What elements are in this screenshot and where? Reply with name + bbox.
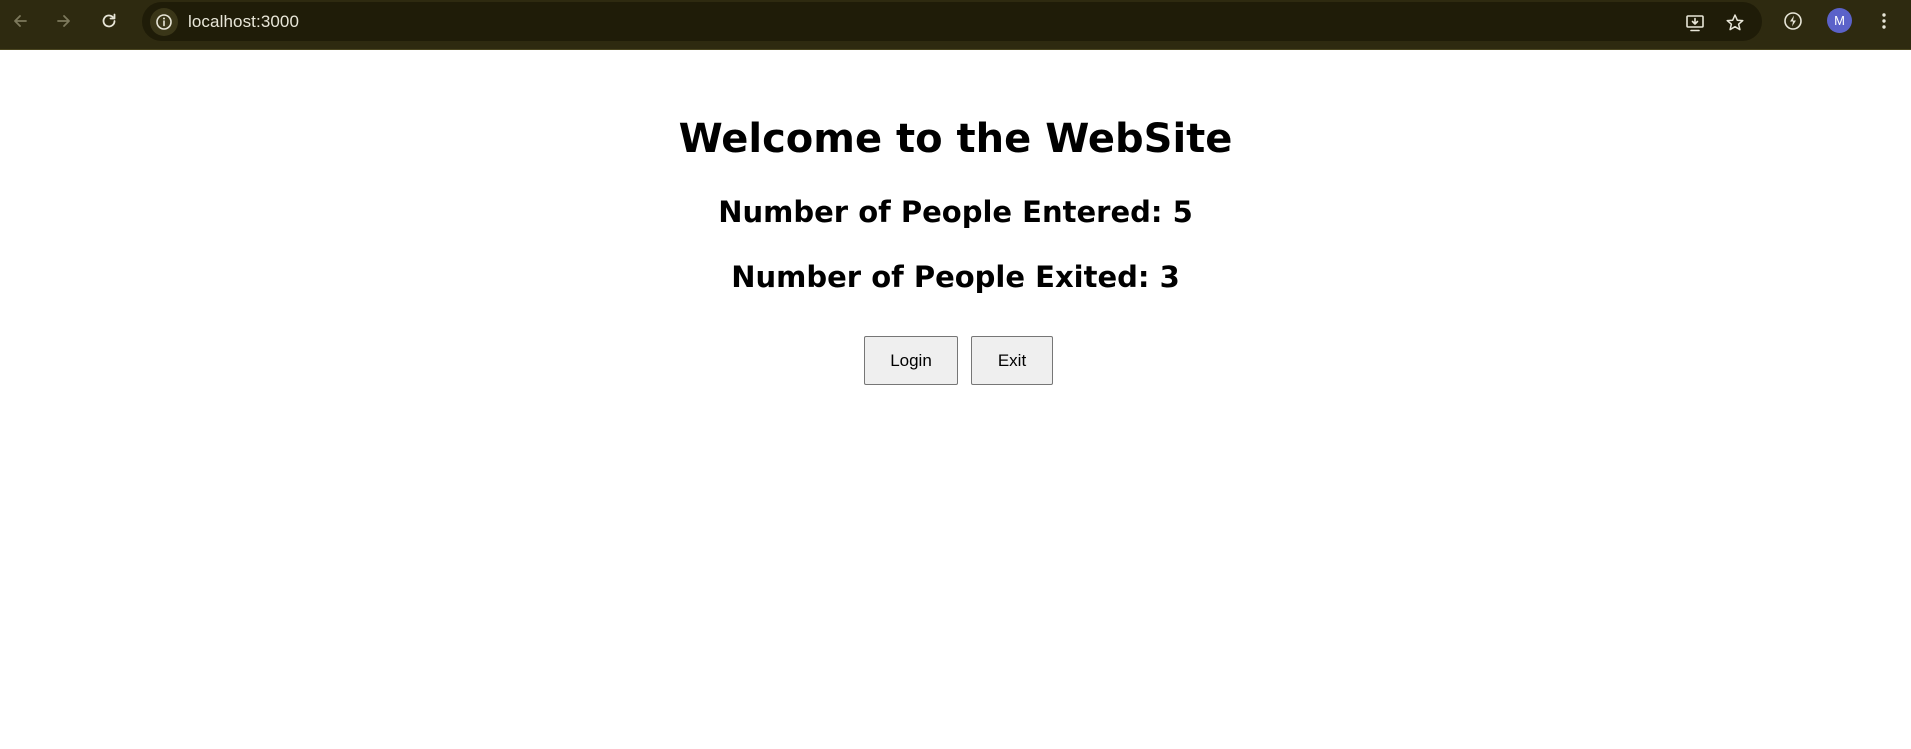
star-icon [1726,14,1744,31]
forward-button[interactable] [50,7,78,35]
back-arrow-icon [14,15,27,27]
back-button[interactable] [6,7,34,35]
reload-icon [102,13,116,28]
install-app-icon [1686,15,1704,32]
page-content: Welcome to the WebSite Number of People … [0,50,1911,749]
login-button[interactable]: Login [864,336,958,385]
kebab-menu-icon [1882,13,1886,29]
address-bar[interactable]: localhost:3000 [142,2,1762,41]
page-title: Welcome to the WebSite [678,116,1233,162]
bookmark-button[interactable] [1722,10,1748,36]
energy-saver-icon [1784,12,1802,30]
exit-button[interactable]: Exit [971,336,1053,385]
install-app-button[interactable] [1682,10,1708,36]
people-exited-count: Number of People Exited: 3 [731,260,1180,294]
reload-button[interactable] [95,7,123,35]
profile-avatar[interactable]: M [1827,8,1852,33]
browser-toolbar: localhost:3000 M [0,0,1911,50]
forward-arrow-icon [57,15,70,27]
browser-menu-button[interactable] [1870,7,1898,35]
energy-saver-button[interactable] [1779,7,1807,35]
site-info-button[interactable] [150,8,178,36]
people-entered-count: Number of People Entered: 5 [718,195,1193,229]
info-icon [156,14,172,30]
url-text[interactable]: localhost:3000 [188,12,299,32]
